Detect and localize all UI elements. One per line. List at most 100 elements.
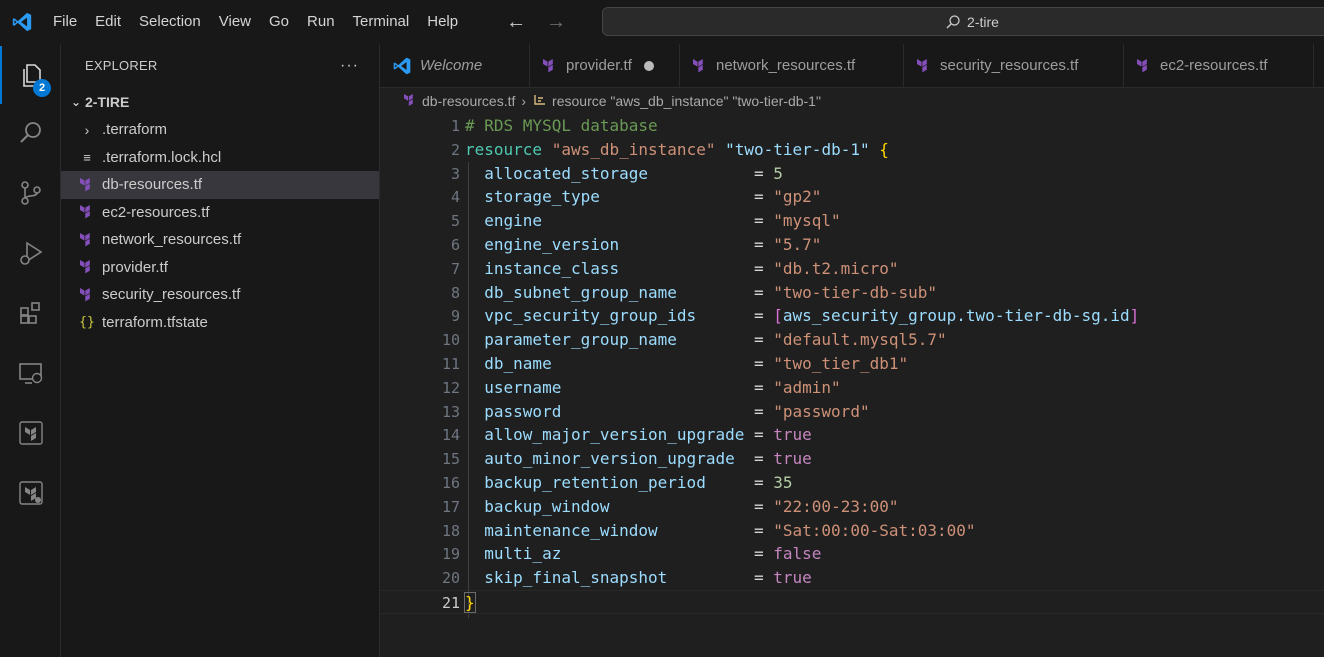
code-line: 12 username = "admin" [380, 376, 1324, 400]
menu-terminal[interactable]: Terminal [344, 0, 419, 44]
code-line: 8 db_subnet_group_name = "two-tier-db-su… [380, 281, 1324, 305]
code-text: db_name = "two_tier_db1" [484, 354, 909, 373]
tab-ec2-resources-tf[interactable]: ec2-resources.tf [1124, 44, 1314, 87]
tab-label: security_resources.tf [940, 57, 1079, 74]
breadcrumb-file[interactable]: db-resources.tf [422, 93, 515, 109]
file-tree-item-label: db-resources.tf [102, 176, 203, 194]
menu-view[interactable]: View [210, 0, 260, 44]
terraform-icon [1136, 58, 1152, 74]
line-number: 17 [441, 497, 460, 516]
code-line: 1 # RDS MYSQL database [380, 114, 1324, 138]
line-number: 20 [441, 569, 460, 588]
unsaved-dot-icon[interactable] [643, 60, 654, 71]
file-tree-item[interactable]: ec2-resources.tf [61, 199, 379, 227]
line-number: 21 [441, 594, 460, 612]
tab-provider-tf[interactable]: provider.tf [530, 44, 680, 87]
terraform-file-icon [76, 202, 98, 222]
file-tree-item-label: .terraform [102, 121, 168, 139]
code-line: 7 instance_class = "db.t2.micro" [380, 257, 1324, 281]
code-line: 9 vpc_security_group_ids = [aws_security… [380, 304, 1324, 328]
code-line: 6 engine_version = "5.7" [380, 233, 1324, 257]
code-text: storage_type = "gp2" [484, 187, 822, 207]
line-number: 11 [441, 355, 460, 373]
terraform-cloud-icon[interactable] [0, 464, 61, 522]
terraform-icon [916, 58, 932, 74]
breadcrumb-symbol[interactable]: resource "aws_db_instance" "two-tier-db-… [552, 93, 821, 109]
code-line: 13 password = "password" [380, 400, 1324, 424]
menu-help[interactable]: Help [418, 0, 467, 44]
line-number: 4 [450, 188, 460, 207]
line-number: 2 [450, 140, 460, 159]
symbol-icon [532, 92, 548, 111]
search-view-icon[interactable] [0, 104, 61, 162]
json-file-icon: {} [79, 314, 95, 330]
tab-label: provider.tf [566, 57, 632, 74]
file-tree-item-label: ec2-resources.tf [102, 203, 210, 221]
code-text: backup_window = "22:00-23:00" [484, 496, 899, 516]
search-icon [946, 14, 960, 28]
chevron-down-icon: ⌄ [70, 95, 82, 109]
code-line: 19 multi_az = false [380, 542, 1324, 566]
code-line: 16 backup_retention_period = 35 [380, 471, 1324, 495]
remote-explorer-icon[interactable] [0, 344, 61, 402]
line-number: 16 [441, 474, 460, 492]
code-text: allocated_storage = 5 [484, 163, 783, 183]
code-text: allow_major_version_upgrade = true [484, 425, 812, 445]
more-actions-icon[interactable]: ··· [340, 57, 359, 75]
code-text: } [464, 592, 476, 613]
menu-run[interactable]: Run [298, 0, 344, 44]
file-tree-item[interactable]: network_resources.tf [61, 226, 379, 254]
go-forward-icon[interactable]: → [543, 11, 569, 34]
source-control-icon[interactable] [0, 164, 61, 222]
terraform-file-icon [402, 92, 418, 111]
code-text: instance_class = "db.t2.micro" [484, 258, 899, 278]
go-back-icon[interactable]: ← [503, 11, 529, 34]
line-number: 3 [450, 164, 460, 183]
code-text: maintenance_window = "Sat:00:00-Sat:03:0… [484, 520, 976, 540]
editor-tabs: Welcome provider.tf network_resources.tf se… [380, 44, 1324, 88]
file-tree-item[interactable]: provider.tf [61, 254, 379, 282]
code-text: db_subnet_group_name = "two-tier-db-sub" [484, 282, 938, 302]
explorer-icon[interactable]: 2 [0, 46, 61, 104]
activity-bar: 2 [0, 44, 61, 657]
menu-go[interactable]: Go [260, 0, 298, 44]
code-line: 10 parameter_group_name = "default.mysql… [380, 328, 1324, 352]
explorer-badge: 2 [33, 79, 51, 97]
file-tree-item[interactable]: db-resources.tf [61, 171, 379, 199]
run-debug-icon[interactable] [0, 224, 61, 282]
file-tree-item-label: terraform.tfstate [102, 313, 208, 331]
chevron-right-icon: › [84, 121, 90, 138]
workspace-folder-label: 2-TIRE [85, 94, 130, 110]
code-line: 14 allow_major_version_upgrade = true [380, 423, 1324, 447]
code-text: multi_az = false [484, 544, 822, 564]
code-text: # RDS MYSQL database [465, 116, 658, 135]
file-tree-item[interactable]: ≡ .terraform.lock.hcl [61, 144, 379, 172]
code-text: vpc_security_group_ids = [aws_security_g… [484, 306, 1140, 326]
tab-label: ec2-resources.tf [1160, 57, 1268, 74]
menu-edit[interactable]: Edit [86, 0, 130, 44]
menu-selection[interactable]: Selection [130, 0, 210, 44]
file-tree-item-label: provider.tf [102, 258, 168, 276]
terraform-icon [542, 58, 558, 74]
command-center[interactable]: 2-tire [602, 7, 1324, 36]
code-editor[interactable]: 1 # RDS MYSQL database 2 resource "aws_db_i… [380, 114, 1324, 657]
tab-security-resources-tf[interactable]: security_resources.tf [904, 44, 1124, 87]
line-number: 13 [441, 402, 460, 421]
code-line: 4 storage_type = "gp2" [380, 185, 1324, 209]
workspace-folder[interactable]: ⌄ 2-TIRE [61, 88, 379, 116]
menu-file[interactable]: File [44, 0, 86, 44]
terraform-file-icon [76, 230, 98, 250]
command-center-label: 2-tire [967, 13, 999, 30]
file-tree-item[interactable]: security_resources.tf [61, 281, 379, 309]
file-tree-item[interactable]: {} terraform.tfstate [61, 309, 379, 337]
terraform-icon[interactable] [0, 404, 61, 462]
tab-network-resources-tf[interactable]: network_resources.tf [680, 44, 904, 87]
code-line: 17 backup_window = "22:00-23:00" [380, 495, 1324, 519]
tab-welcome[interactable]: Welcome [380, 44, 530, 87]
code-text: engine_version = "5.7" [484, 235, 822, 254]
extensions-icon[interactable] [0, 284, 61, 342]
code-text: auto_minor_version_upgrade = true [484, 449, 812, 469]
line-number: 7 [450, 259, 460, 278]
file-tree-item[interactable]: › .terraform [61, 116, 379, 144]
sidebar-title: EXPLORER [85, 58, 158, 73]
